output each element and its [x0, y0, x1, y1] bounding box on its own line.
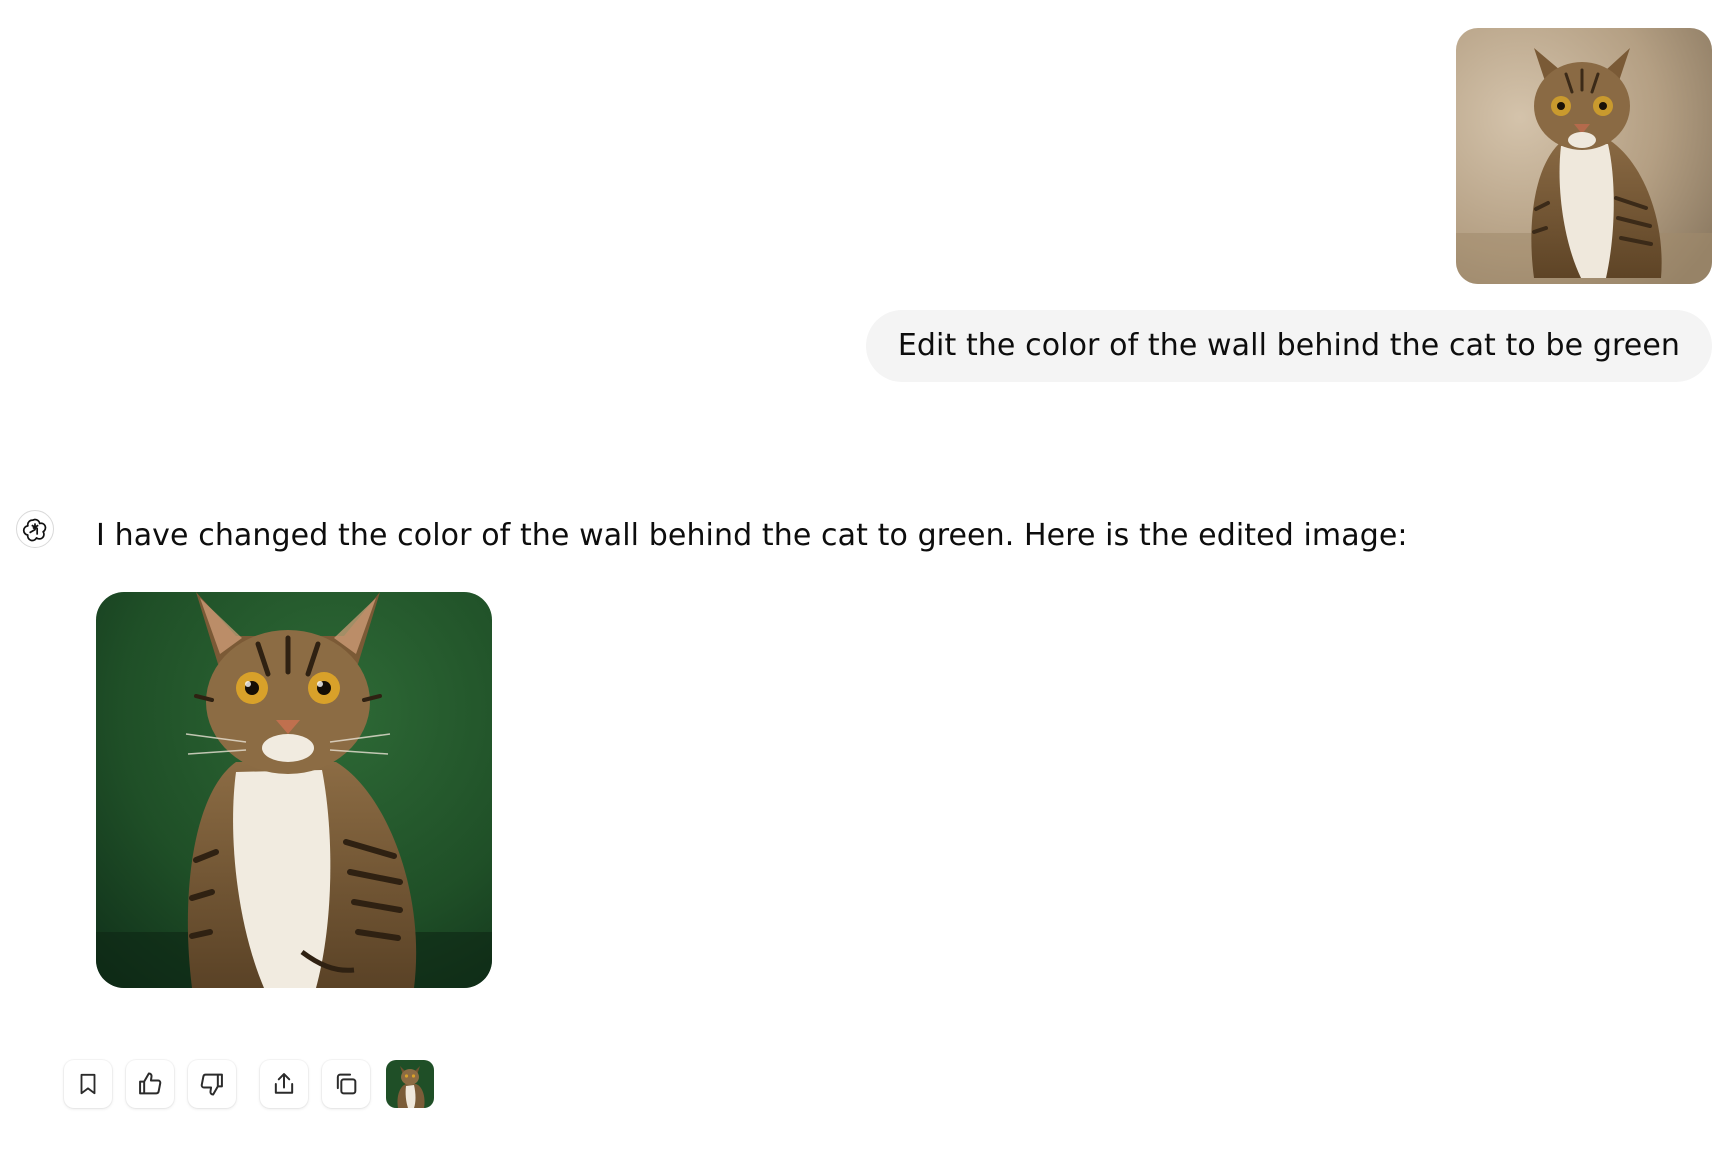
assistant-message-text: I have changed the color of the wall beh…: [96, 518, 1408, 553]
copy-button[interactable]: [322, 1060, 370, 1108]
assistant-avatar: [16, 510, 54, 548]
image-thumbnail-button[interactable]: [386, 1060, 434, 1108]
thumbs-down-button[interactable]: [188, 1060, 236, 1108]
message-action-bar: [64, 1060, 434, 1108]
user-message-bubble: Edit the color of the wall behind the ca…: [865, 310, 1712, 382]
assistant-logo-icon: [22, 518, 47, 542]
assistant-generated-image[interactable]: [96, 592, 492, 988]
share-icon: [274, 1073, 294, 1094]
bookmark-icon: [80, 1073, 96, 1095]
user-uploaded-image[interactable]: [1456, 28, 1712, 284]
cat-photo-beige-wall-icon: [1456, 28, 1712, 284]
user-message-text: Edit the color of the wall behind the ca…: [897, 328, 1680, 363]
copy-icon: [336, 1073, 357, 1095]
thumbs-up-icon: [139, 1072, 162, 1095]
image-thumbnail-icon: [386, 1060, 434, 1108]
thumbs-up-button[interactable]: [126, 1060, 174, 1108]
cat-photo-green-wall-icon: [96, 592, 492, 988]
bookmark-button[interactable]: [64, 1060, 112, 1108]
thumbs-down-icon: [200, 1073, 223, 1096]
share-button[interactable]: [260, 1060, 308, 1108]
